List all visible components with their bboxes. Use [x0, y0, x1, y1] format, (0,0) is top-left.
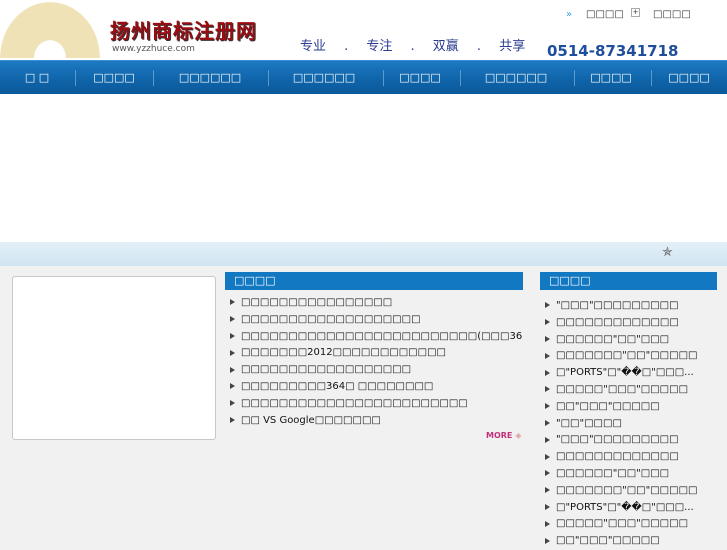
list-item[interactable]: □□□□□□□□□□□□□□□□	[225, 295, 523, 312]
nav-item-5[interactable]: □□□□	[399, 61, 441, 95]
double-arrow-icon: »	[566, 9, 573, 20]
nav-divider	[153, 70, 154, 86]
nav-item-6[interactable]: □□□□□□	[485, 61, 547, 95]
list-item[interactable]: □□□□□□□□□□□□□	[540, 315, 717, 332]
nav-divider	[651, 70, 652, 86]
nav-item-8[interactable]: □□□□	[668, 61, 710, 95]
list-item[interactable]: □□□□□□□□□□□□□□□□□□□	[225, 312, 523, 329]
news-panel: □□□□ □□□□□□□□□□□□□□□□ □□□□□□□□□□□□□□□□□□…	[225, 272, 523, 429]
list-item[interactable]: □□□□□□□"□□"□□□□□	[540, 483, 717, 500]
top-link-2[interactable]: □□□□	[653, 9, 691, 20]
top-link-1[interactable]: □□□□	[586, 9, 624, 20]
nav-item-2[interactable]: □□□□	[93, 61, 135, 95]
list-item[interactable]: □□□□□□□□□□□□□□□□□□□□□□□□	[225, 396, 523, 413]
right-panel: □□□□ "□□□"□□□□□□□□□ □□□□□□□□□□□□□ □□□□□□…	[540, 272, 717, 550]
announcement-strip: ✯	[0, 242, 727, 266]
list-item[interactable]: □□□□□"□□□"□□□□□	[540, 516, 717, 533]
list-item[interactable]: "□□□"□□□□□□□□□	[540, 432, 717, 449]
nav-home[interactable]: □ □	[25, 61, 49, 95]
logo-fan-image[interactable]	[0, 2, 100, 58]
nav-divider	[75, 70, 76, 86]
news-panel-title: □□□□	[225, 272, 523, 290]
list-item[interactable]: □"PORTS"□"��□"□□□...	[540, 365, 717, 382]
nav-item-7[interactable]: □□□□	[590, 61, 632, 95]
list-item[interactable]: □"PORTS"□"��□"□□□...	[540, 500, 717, 517]
slogan: 专业 . 专注 . 双赢 . 共享	[300, 39, 526, 54]
more-link[interactable]: MORE ◈	[486, 431, 521, 440]
logo-url: www.yzzhuce.com	[112, 44, 195, 54]
list-item[interactable]: □□□□□□"□□"□□□	[540, 332, 717, 349]
main-nav: □ □ □□□□ □□□□□□ □□□□□□ □□□□ □□□□□□ □□□□ …	[0, 60, 727, 94]
nav-item-4[interactable]: □□□□□□	[293, 61, 355, 95]
image-box	[12, 276, 216, 440]
list-item[interactable]: □□□□□□□"□□"□□□□□	[540, 348, 717, 365]
logo-title[interactable]: 扬州商标注册网	[110, 15, 257, 44]
speaker-icon: ✯	[662, 245, 673, 260]
nav-divider	[268, 70, 269, 86]
right-panel-title: □□□□	[540, 272, 717, 290]
add-favorite-icon: +	[631, 8, 640, 17]
phone-number: 0514-87341718	[547, 42, 679, 60]
nav-divider	[460, 70, 461, 86]
list-item[interactable]: □□□□□□"□□"□□□	[540, 466, 717, 483]
list-item[interactable]: □□□□□□□□□□□□□□□□□□	[225, 362, 523, 379]
banner-area	[0, 94, 727, 242]
more-label: MORE	[486, 431, 513, 440]
list-item[interactable]: □□"□□□"□□□□□	[540, 533, 717, 550]
list-item[interactable]: □□ VS Google□□□□□□□	[225, 413, 523, 430]
list-item[interactable]: "□□"□□□□	[540, 416, 717, 433]
nav-divider	[574, 70, 575, 86]
list-item[interactable]: □□□□□□□2012□□□□□□□□□□□□	[225, 345, 523, 362]
nav-divider	[383, 70, 384, 86]
list-item[interactable]: □□□□□□□□□364□ □□□□□□□□	[225, 379, 523, 396]
list-item[interactable]: □□"□□□"□□□□□	[540, 399, 717, 416]
more-arrow-icon: ◈	[515, 431, 522, 440]
list-item[interactable]: "□□□"□□□□□□□□□	[540, 298, 717, 315]
list-item[interactable]: □□□□□"□□□"□□□□□	[540, 382, 717, 399]
list-item[interactable]: □□□□□□□□□□□□□□□□□□□□□□□□□(□□□36□...	[225, 329, 523, 346]
nav-item-3[interactable]: □□□□□□	[179, 61, 241, 95]
list-item[interactable]: □□□□□□□□□□□□□	[540, 449, 717, 466]
site-header: 扬州商标注册网 www.yzzhuce.com 专业 . 专注 . 双赢 . 共…	[0, 0, 727, 60]
